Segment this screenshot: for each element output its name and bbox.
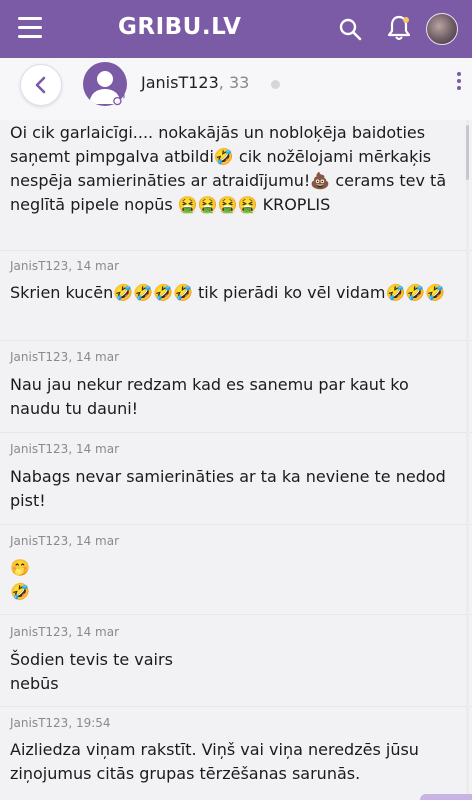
male-gender-icon: ♂ bbox=[112, 91, 126, 109]
message-meta: JanisT123, 14 mar bbox=[10, 259, 120, 273]
divider bbox=[0, 706, 472, 707]
profile-avatar[interactable] bbox=[426, 13, 458, 45]
menu-icon[interactable] bbox=[18, 17, 42, 39]
top-bar: GRIBU.LV bbox=[0, 0, 472, 58]
message-meta: JanisT123, 14 mar bbox=[10, 350, 120, 364]
message-meta: JanisT123, 14 mar bbox=[10, 625, 120, 639]
chevron-left-icon bbox=[35, 76, 46, 94]
message-text: Skrien kucēn🤣🤣🤣🤣 tik pierādi ko vēl vida… bbox=[10, 283, 446, 302]
message-text: Oi cik garlaicīgi.... nokakājās un noblo… bbox=[10, 123, 447, 214]
divider bbox=[0, 614, 472, 615]
back-button[interactable] bbox=[20, 64, 62, 106]
message-meta: JanisT123, 19:54 bbox=[10, 716, 111, 730]
username-text: JanisT123 bbox=[141, 73, 219, 92]
site-logo[interactable]: GRIBU.LV bbox=[118, 14, 241, 40]
scrollbar-track[interactable] bbox=[466, 120, 469, 800]
chat-username[interactable]: JanisT123, 33 bbox=[141, 73, 249, 92]
message-text: Aizliedza viņam rakstīt. Viņš vai viņa n… bbox=[10, 740, 419, 783]
message-text: Šodien tevis te vairs nebūs bbox=[10, 650, 173, 693]
message-text: Nabags nevar samierināties ar ta ka nevi… bbox=[10, 467, 446, 510]
divider bbox=[0, 524, 472, 525]
message-meta: JanisT123, 14 mar bbox=[10, 534, 120, 548]
scrollbar-thumb[interactable] bbox=[466, 125, 469, 180]
bell-icon[interactable] bbox=[386, 14, 412, 42]
divider bbox=[0, 250, 472, 251]
divider bbox=[0, 432, 472, 433]
offline-status-dot bbox=[271, 80, 280, 89]
more-options-icon[interactable] bbox=[457, 72, 462, 93]
input-area-edge bbox=[420, 794, 472, 800]
message-meta: JanisT123, 14 mar bbox=[10, 442, 120, 456]
user-age: , 33 bbox=[218, 73, 250, 92]
chat-header: ♂ JanisT123, 33 bbox=[0, 58, 472, 120]
message-text: Nau jau nekur redzam kad es sanemu par k… bbox=[10, 375, 409, 418]
search-icon[interactable] bbox=[338, 17, 362, 41]
message-text: 🤭 🤣 bbox=[10, 558, 30, 601]
divider bbox=[0, 340, 472, 341]
